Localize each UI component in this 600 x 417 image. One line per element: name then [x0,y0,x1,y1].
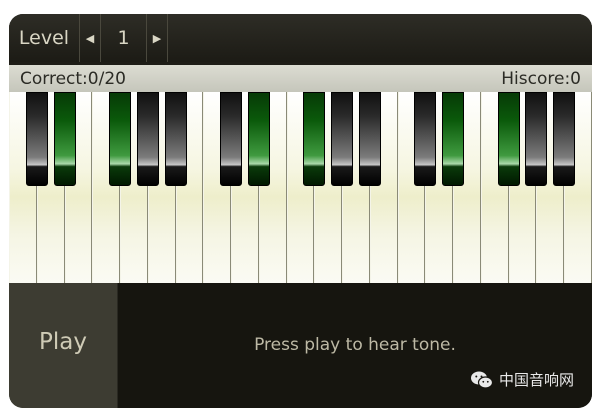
black-key-13[interactable] [497,92,520,186]
black-key-2[interactable] [53,92,76,186]
wechat-icon [470,370,494,390]
level-value: 1 [101,14,147,62]
black-key-3[interactable] [109,92,132,186]
hiscore-counter: Hiscore:0 [501,69,581,89]
watermark: 中国音响网 [470,369,574,390]
watermark-text: 中国音响网 [498,371,574,389]
score-bar: Correct:0/20 Hiscore:0 [9,65,592,92]
correct-counter: Correct:0/20 [20,69,126,89]
level-decrease-button[interactable]: ◀ [80,14,101,62]
top-bar: Level ◀ 1 ▶ [9,14,592,62]
black-key-4[interactable] [136,92,159,186]
black-key-11[interactable] [414,92,437,186]
black-key-7[interactable] [247,92,270,186]
level-increase-button[interactable]: ▶ [147,14,168,62]
black-key-1[interactable] [25,92,48,186]
piano-keyboard [9,92,592,283]
black-key-8[interactable] [303,92,326,186]
black-key-12[interactable] [442,92,465,186]
black-key-5[interactable] [164,92,187,186]
status-panel: Press play to hear tone. 中国音响网 [118,283,592,408]
play-button[interactable]: Play [9,283,118,408]
black-key-15[interactable] [553,92,576,186]
black-key-14[interactable] [525,92,548,186]
level-label: Level [9,14,80,62]
black-key-10[interactable] [358,92,381,186]
ear-trainer-app: Level ◀ 1 ▶ Correct:0/20 Hiscore:0 Play … [9,14,592,408]
black-key-6[interactable] [220,92,243,186]
black-key-9[interactable] [331,92,354,186]
status-message: Press play to hear tone. [254,335,456,355]
